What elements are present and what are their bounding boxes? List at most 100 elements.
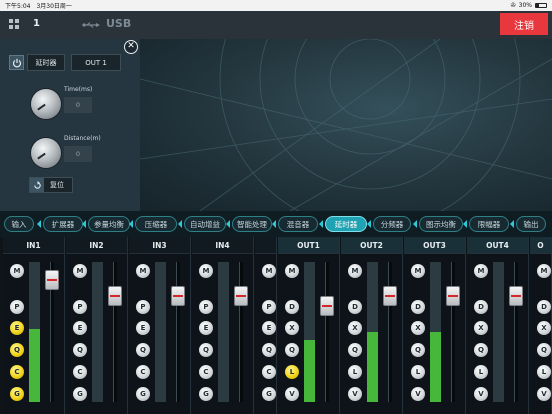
channel-button-m[interactable]: M	[10, 264, 24, 278]
channel-button-q[interactable]: Q	[10, 343, 24, 357]
channel-button-m[interactable]: M	[348, 264, 362, 278]
time-knob[interactable]	[31, 89, 61, 119]
tab-2[interactable]: 参量均衡	[88, 216, 130, 232]
channel-button-x[interactable]: X	[285, 321, 299, 335]
channel-strip-out4: OUT4 M D X Q L V	[467, 237, 529, 414]
tab-10[interactable]: 限幅器	[469, 216, 509, 232]
channel-button-c[interactable]: C	[10, 365, 24, 379]
channel-name: OUT2	[341, 237, 402, 254]
channel-button-e[interactable]: E	[73, 321, 87, 335]
output-select[interactable]: OUT 1	[71, 54, 121, 71]
channel-button-x[interactable]: X	[537, 321, 551, 335]
reset-button[interactable]: 复位	[29, 177, 73, 193]
grid-menu-icon[interactable]	[9, 19, 19, 29]
channel-button-q[interactable]: Q	[474, 343, 488, 357]
channel-button-m[interactable]: M	[199, 264, 213, 278]
tab-arrow-icon	[319, 220, 323, 228]
volume-fader[interactable]	[234, 286, 248, 306]
volume-fader[interactable]	[383, 286, 397, 306]
channel-button-e[interactable]: E	[199, 321, 213, 335]
channel-button-x[interactable]: X	[411, 321, 425, 335]
channel-button-g[interactable]: G	[10, 387, 24, 401]
channel-button-d[interactable]: D	[474, 300, 488, 314]
channel-button-d[interactable]: D	[411, 300, 425, 314]
tab-8[interactable]: 分频器	[373, 216, 411, 232]
fader-track	[388, 262, 392, 402]
tab-1[interactable]: 扩展器	[43, 216, 83, 232]
channel-button-d[interactable]: D	[537, 300, 551, 314]
channel-button-e[interactable]: E	[262, 321, 276, 335]
channel-button-d[interactable]: D	[285, 300, 299, 314]
channel-button-l[interactable]: L	[537, 365, 551, 379]
channel-button-m[interactable]: M	[73, 264, 87, 278]
channel-button-x[interactable]: X	[348, 321, 362, 335]
level-meter-fill	[367, 332, 378, 402]
channel-button-c[interactable]: C	[199, 365, 213, 379]
distance-knob[interactable]	[31, 138, 61, 168]
channel-button-x[interactable]: X	[474, 321, 488, 335]
channel-button-d[interactable]: D	[348, 300, 362, 314]
tab-11[interactable]: 输出	[516, 216, 546, 232]
channel-button-m[interactable]: M	[262, 264, 276, 278]
channel-button-v[interactable]: V	[285, 387, 299, 401]
channel-button-c[interactable]: C	[73, 365, 87, 379]
channel-button-q[interactable]: Q	[199, 343, 213, 357]
channel-button-q[interactable]: Q	[411, 343, 425, 357]
channel-button-c[interactable]: C	[136, 365, 150, 379]
delay-enable-button[interactable]	[9, 55, 24, 70]
channel-button-v[interactable]: V	[348, 387, 362, 401]
tab-0[interactable]: 输入	[4, 216, 34, 232]
channel-button-p[interactable]: P	[10, 300, 24, 314]
tab-4[interactable]: 自动增益	[184, 216, 226, 232]
tab-7[interactable]: 延时器	[325, 216, 367, 232]
channel-button-q[interactable]: Q	[262, 343, 276, 357]
channel-name: OUT4	[467, 237, 528, 254]
volume-fader[interactable]	[45, 270, 59, 290]
channel-button-c[interactable]: C	[262, 365, 276, 379]
time-value-field[interactable]: 0	[64, 97, 92, 113]
channel-button-g[interactable]: G	[262, 387, 276, 401]
channel-button-g[interactable]: G	[73, 387, 87, 401]
channel-button-e[interactable]: E	[10, 321, 24, 335]
tab-6[interactable]: 混音器	[278, 216, 318, 232]
channel-button-q[interactable]: Q	[285, 343, 299, 357]
close-icon: ✕	[127, 41, 135, 51]
channel-button-q[interactable]: Q	[136, 343, 150, 357]
volume-fader[interactable]	[108, 286, 122, 306]
channel-button-p[interactable]: P	[136, 300, 150, 314]
channel-button-m[interactable]: M	[411, 264, 425, 278]
volume-fader[interactable]	[509, 286, 523, 306]
channel-button-m[interactable]: M	[474, 264, 488, 278]
channel-button-q[interactable]: Q	[348, 343, 362, 357]
tab-9[interactable]: 图示均衡	[419, 216, 463, 232]
channel-button-v[interactable]: V	[411, 387, 425, 401]
channel-button-v[interactable]: V	[474, 387, 488, 401]
channel-button-q[interactable]: Q	[537, 343, 551, 357]
channel-button-l[interactable]: L	[285, 365, 299, 379]
module-tab-strip: 输入 扩展器 参量均衡 压缩器 自动增益 智能处理 混音器 延时器 分频器 图示均衡 限幅器 输出	[0, 211, 552, 237]
close-panel-button[interactable]: ✕	[124, 40, 138, 54]
status-time: 下午5:04	[5, 3, 31, 10]
volume-fader[interactable]	[320, 296, 334, 316]
channel-button-m[interactable]: M	[537, 264, 551, 278]
volume-fader[interactable]	[171, 286, 185, 306]
channel-button-g[interactable]: G	[136, 387, 150, 401]
channel-button-p[interactable]: P	[262, 300, 276, 314]
channel-button-l[interactable]: L	[411, 365, 425, 379]
channel-button-v[interactable]: V	[537, 387, 551, 401]
channel-button-e[interactable]: E	[136, 321, 150, 335]
channel-button-p[interactable]: P	[73, 300, 87, 314]
channel-button-m[interactable]: M	[136, 264, 150, 278]
tab-3[interactable]: 压缩器	[135, 216, 177, 232]
distance-value-field[interactable]: 0	[64, 146, 92, 162]
channel-button-p[interactable]: P	[199, 300, 213, 314]
channel-button-g[interactable]: G	[199, 387, 213, 401]
logout-button[interactable]: 注销	[500, 13, 548, 35]
channel-button-q[interactable]: Q	[73, 343, 87, 357]
channel-button-l[interactable]: L	[474, 365, 488, 379]
tab-5[interactable]: 智能处理	[232, 216, 272, 232]
battery-icon	[535, 3, 547, 8]
channel-button-l[interactable]: L	[348, 365, 362, 379]
volume-fader[interactable]	[446, 286, 460, 306]
channel-button-m[interactable]: M	[285, 264, 299, 278]
